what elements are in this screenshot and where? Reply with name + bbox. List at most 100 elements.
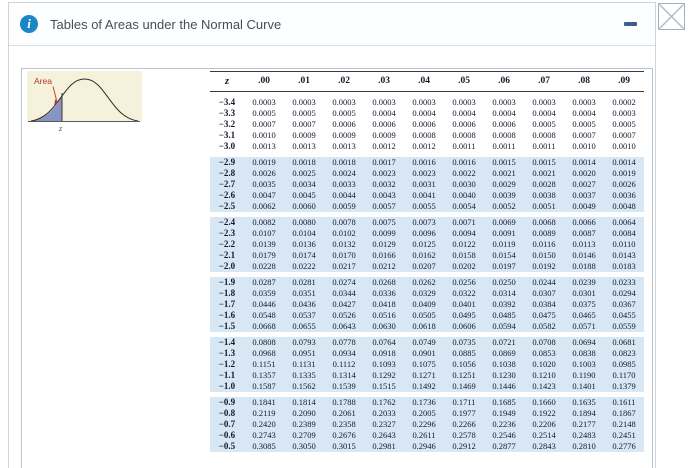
area-value: 0.0004 xyxy=(372,107,396,118)
column-header: .06 xyxy=(484,71,524,92)
area-value: 0.0869 xyxy=(492,347,516,358)
area-value: 0.0329 xyxy=(412,287,436,298)
area-value: 0.0116 xyxy=(532,238,556,249)
area-value: 0.0002 xyxy=(612,96,636,107)
area-value: 0.0281 xyxy=(292,276,316,287)
area-value: 0.2327 xyxy=(372,418,396,429)
area-value: 0.0643 xyxy=(332,320,356,331)
table-row: −2.7 0.0035 0.0034 0.0033 0.0032 0.0031 0.0030… xyxy=(210,178,644,190)
area-value: 0.1357 xyxy=(252,369,276,380)
dialog-body: Area z z .00.01.02.03.04.05.06.07.08.09 −3… xyxy=(9,46,655,468)
table-row: −1.7 0.0446 0.0436 0.0427 0.0418 0.0409 0.0401… xyxy=(210,298,644,310)
area-value: 0.0951 xyxy=(292,347,316,358)
area-value: 0.0015 xyxy=(532,156,556,167)
area-value: 0.0013 xyxy=(292,140,316,151)
table-row: −2.4 0.0082 0.0080 0.0078 0.0075 0.0073 0.0071… xyxy=(210,216,644,228)
area-value: 0.0041 xyxy=(412,189,436,200)
table-row: −3.1 0.0010 0.0009 0.0009 0.0009 0.0008 0.0008… xyxy=(210,129,644,141)
area-value: 0.2033 xyxy=(372,407,396,418)
table-row: −1.8 0.0359 0.0351 0.0344 0.0336 0.0329 0.0322… xyxy=(210,287,644,299)
area-value: 0.0268 xyxy=(372,276,396,287)
area-value: 0.0080 xyxy=(292,216,316,227)
area-value: 0.0537 xyxy=(292,309,316,320)
area-value: 0.0274 xyxy=(332,276,356,287)
area-value: 0.0007 xyxy=(572,129,596,140)
area-value: 0.0446 xyxy=(252,298,276,309)
area-value: 0.0548 xyxy=(252,309,276,320)
area-value: 0.0047 xyxy=(252,189,276,200)
area-value: 0.2236 xyxy=(492,418,516,429)
table-row: −0.6 0.2743 0.2709 0.2676 0.2643 0.2611 0.2578… xyxy=(210,429,644,441)
area-value: 0.1379 xyxy=(612,380,636,391)
area-value: 0.1112 xyxy=(332,358,356,369)
area-value: 0.0139 xyxy=(252,238,276,249)
area-value: 0.0104 xyxy=(292,227,316,238)
column-header: .04 xyxy=(404,71,444,92)
z-value: −2.5 xyxy=(218,200,236,211)
area-value: 0.3015 xyxy=(332,440,356,451)
area-value: 0.0233 xyxy=(612,276,636,287)
area-value: 0.0375 xyxy=(572,298,596,309)
area-value: 0.0048 xyxy=(612,200,636,211)
area-value: 0.1335 xyxy=(292,369,316,380)
z-table-dialog: i Tables of Areas under the Normal Curve… xyxy=(8,2,656,468)
table-row: −1.2 0.1151 0.1131 0.1112 0.1093 0.1075 0.1056… xyxy=(210,358,644,370)
area-value: 0.2912 xyxy=(452,440,476,451)
area-value: 0.1423 xyxy=(532,380,556,391)
close-button[interactable] xyxy=(658,3,685,30)
area-value: 0.0132 xyxy=(332,238,356,249)
column-header: .00 xyxy=(244,71,284,92)
z-value: −2.6 xyxy=(218,189,236,200)
area-value: 0.0808 xyxy=(252,336,276,347)
area-value: 0.0427 xyxy=(332,298,356,309)
area-value: 0.0003 xyxy=(292,96,316,107)
area-value: 0.0004 xyxy=(412,107,436,118)
area-value: 0.0006 xyxy=(492,118,516,129)
area-value: 0.0008 xyxy=(532,129,556,140)
table-row: −2.5 0.0062 0.0060 0.0059 0.0057 0.0055 0.0054… xyxy=(210,200,644,212)
minimize-button[interactable] xyxy=(624,22,637,26)
area-value: 0.0668 xyxy=(252,320,276,331)
area-value: 0.2148 xyxy=(612,418,636,429)
area-value: 0.0823 xyxy=(612,347,636,358)
area-value: 0.0035 xyxy=(252,178,276,189)
area-value: 0.0062 xyxy=(252,200,276,211)
area-value: 0.0262 xyxy=(412,276,436,287)
table-row: −1.0 0.1587 0.1562 0.1539 0.1515 0.1492 0.1469… xyxy=(210,380,644,392)
column-header: z xyxy=(210,71,244,92)
table-row: −3.0 0.0013 0.0013 0.0013 0.0012 0.0012 0.0011… xyxy=(210,140,644,152)
area-value: 0.1660 xyxy=(532,396,556,407)
z-value: −1.3 xyxy=(218,347,236,358)
z-value: −2.2 xyxy=(218,238,236,249)
area-value: 0.0162 xyxy=(412,249,436,260)
area-value: 0.0009 xyxy=(332,129,356,140)
column-header: .09 xyxy=(604,71,644,92)
area-value: 0.1401 xyxy=(572,380,596,391)
area-value: 0.0032 xyxy=(372,178,396,189)
area-value: 0.0968 xyxy=(252,347,276,358)
area-value: 0.0582 xyxy=(532,320,556,331)
area-value: 0.2420 xyxy=(252,418,276,429)
z-value: −0.8 xyxy=(218,407,236,418)
z-value: −2.4 xyxy=(218,216,236,227)
area-value: 0.0068 xyxy=(532,216,556,227)
area-value: 0.0102 xyxy=(332,227,356,238)
area-value: 0.0336 xyxy=(372,287,396,298)
area-value: 0.0721 xyxy=(492,336,516,347)
area-value: 0.1056 xyxy=(452,358,476,369)
area-value: 0.0465 xyxy=(572,309,596,320)
area-value: 0.0764 xyxy=(372,336,396,347)
area-value: 0.2776 xyxy=(612,440,636,451)
area-value: 0.0009 xyxy=(292,129,316,140)
area-value: 0.0559 xyxy=(612,320,636,331)
area-value: 0.2810 xyxy=(572,440,596,451)
area-value: 0.0018 xyxy=(332,156,356,167)
area-value: 0.0015 xyxy=(492,156,516,167)
area-value: 0.2643 xyxy=(372,429,396,440)
table-row: −0.7 0.2420 0.2389 0.2358 0.2327 0.2296 0.2266… xyxy=(210,418,644,430)
area-value: 0.0024 xyxy=(332,167,356,178)
area-value: 0.0044 xyxy=(332,189,356,200)
area-value: 0.1539 xyxy=(332,380,356,391)
area-value: 0.0037 xyxy=(572,189,596,200)
area-value: 0.1093 xyxy=(372,358,396,369)
